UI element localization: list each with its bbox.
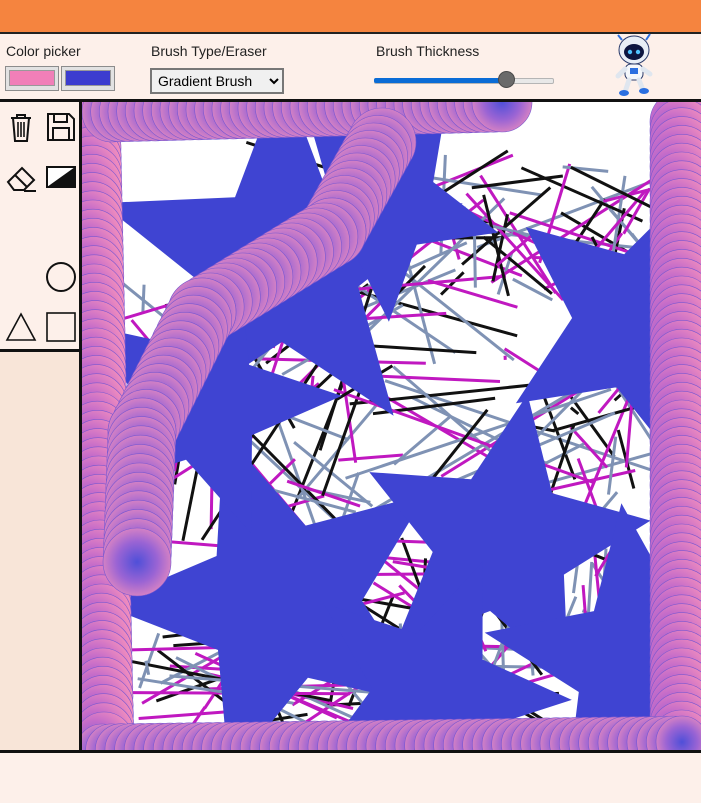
primary-color-button[interactable]	[5, 66, 59, 91]
scribble-line	[138, 709, 232, 721]
brush-thickness-label: Brush Thickness	[376, 43, 480, 59]
robot-mascot-icon	[615, 33, 653, 96]
save-icon[interactable]	[44, 110, 78, 144]
status-bar	[0, 750, 701, 803]
square-shape-icon[interactable]	[44, 310, 78, 344]
brush-thickness-slider[interactable]	[374, 71, 554, 89]
scribble-line	[569, 406, 580, 416]
app-titlebar	[0, 0, 701, 34]
slider-thumb[interactable]	[497, 71, 515, 88]
gradient-brush-dab	[102, 527, 172, 597]
circle-shape-icon[interactable]	[44, 260, 78, 294]
tool-palette	[0, 102, 82, 352]
drawing-canvas[interactable]	[82, 102, 701, 750]
color-picker-label: Color picker	[6, 43, 81, 59]
triangle-shape-icon[interactable]	[4, 310, 38, 344]
trash-icon[interactable]	[4, 110, 38, 144]
slider-fill	[374, 78, 506, 83]
eraser-icon[interactable]	[4, 160, 38, 194]
scribble-line	[393, 415, 451, 466]
fill-toggle-icon[interactable]	[44, 160, 78, 194]
brush-type-select[interactable]: Gradient Brush	[150, 68, 284, 94]
canvas-artwork	[82, 102, 701, 750]
secondary-color-swatch	[65, 70, 111, 86]
secondary-color-button[interactable]	[61, 66, 115, 91]
primary-color-swatch	[9, 70, 55, 86]
scribble-line	[338, 453, 404, 462]
scribble-line	[503, 347, 541, 373]
brush-type-label: Brush Type/Eraser	[151, 43, 267, 59]
